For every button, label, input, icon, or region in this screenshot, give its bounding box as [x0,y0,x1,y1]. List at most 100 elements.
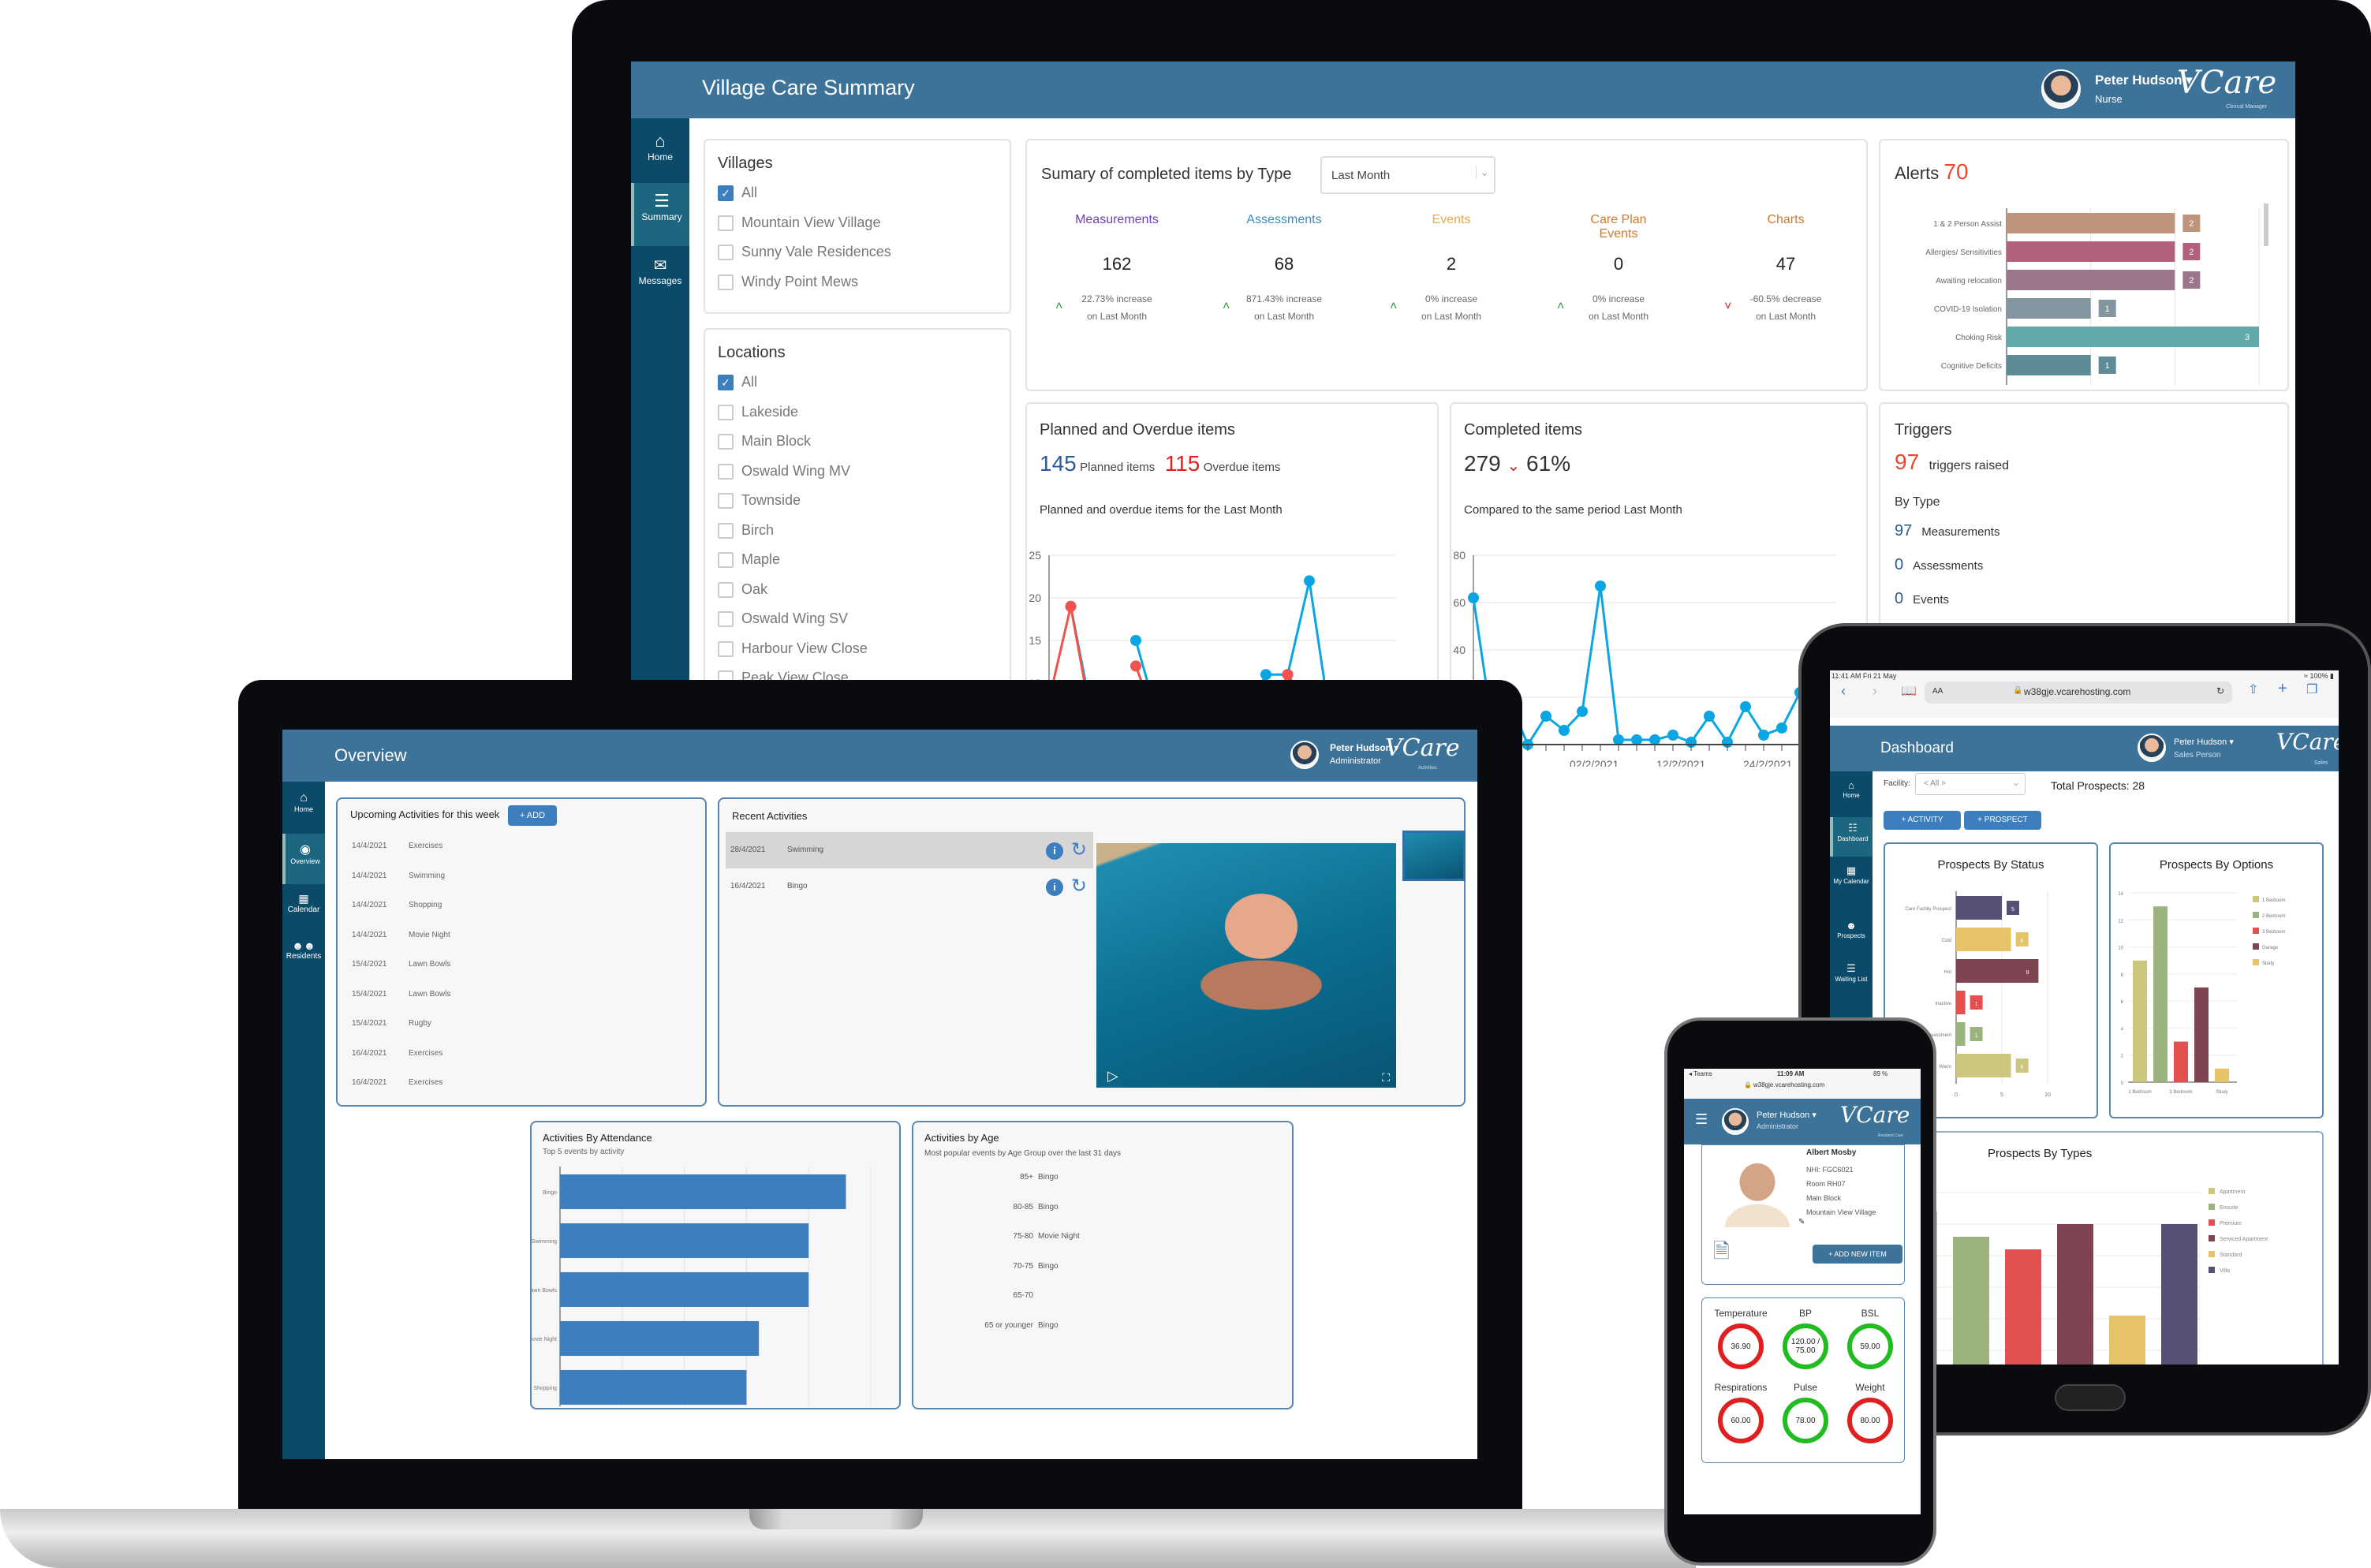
back-icon[interactable]: ‹ [1841,683,1846,700]
vital-respirations[interactable]: Respirations 60.00 [1708,1382,1773,1443]
edit-icon[interactable]: ✎ [1798,1218,1805,1226]
checkbox-row[interactable]: Townside [718,486,868,516]
tabs-icon[interactable]: ❐ [2306,681,2317,697]
forward-icon[interactable]: › [1873,683,1877,700]
photo-thumbnail[interactable] [1402,831,1466,881]
checkbox-checked[interactable]: ✓ [718,375,734,391]
table-row[interactable]: 16/4/2021 Bingo i ↻ [726,868,1093,905]
sidebar-item-overview[interactable]: ◉ Overview [282,834,325,884]
list-icon: ☰ [654,191,670,211]
checkbox-row[interactable]: Birch [718,516,868,546]
checkbox-row[interactable]: Oak [718,575,868,605]
checkbox-row[interactable]: Sunny Vale Residences [718,237,891,267]
checkbox[interactable] [718,581,734,598]
avatar[interactable] [1722,1108,1749,1135]
sidebar-item-calendar[interactable]: ▦ Calendar [282,887,325,931]
reload-icon[interactable]: ↻ [2216,685,2224,696]
vital-bsl[interactable]: BSL 59.00 [1838,1308,1902,1369]
checkbox[interactable] [718,215,734,231]
avatar[interactable] [2041,69,2081,109]
checkbox[interactable] [718,463,734,480]
add-new-item-button[interactable]: + ADD NEW ITEM [1813,1245,1902,1264]
document-icon[interactable]: 🗎 [1713,1237,1730,1271]
url-text[interactable]: w38gje.vcarehosting.com [1753,1081,1824,1088]
refresh-icon[interactable]: ↻ [1071,868,1087,905]
table-row[interactable]: 28/4/2021 Swimming i ↻ [726,832,1093,868]
list-item[interactable]: 15/4/2021 Lawn Bowls [352,990,450,1020]
menu-icon[interactable]: ☰ [1695,1111,1708,1128]
refresh-icon[interactable]: ↻ [1071,832,1087,868]
sidebar-item-messages[interactable]: ✉ Messages [631,249,689,306]
checkbox-row[interactable]: Maple [718,545,868,575]
checkbox[interactable] [718,404,734,420]
text-size-button[interactable]: AA [1932,687,1943,696]
checkbox-row[interactable]: Oswald Wing SV [718,604,868,634]
url-bar[interactable]: AA 🔒 w38gje.vcarehosting.com ↻ [1925,681,2232,704]
checkbox-row[interactable]: Harbour View Close [718,634,868,664]
checkbox-checked[interactable]: ✓ [718,185,734,202]
activity-photo[interactable]: ▷ ⛶ [1096,843,1396,1088]
sidebar-item-my-calendar[interactable]: ▦ My Calendar [1830,860,1873,912]
alerts-value-label: 2 [2189,219,2194,229]
vital-weight[interactable]: Weight 80.00 [1838,1382,1902,1443]
user-name[interactable]: Peter Hudson ▾ [2174,737,2234,747]
vital-bp[interactable]: BP 120.00 / 75.00 [1773,1308,1838,1369]
sidebar-label: Home [647,151,673,162]
activity-name: Swimming [787,846,824,854]
vital-pulse[interactable]: Pulse 78.00 [1773,1382,1838,1443]
status-value-label: 5 [2011,907,2014,913]
activity-date: 15/4/2021 [352,1019,387,1028]
info-icon[interactable]: i [1046,842,1063,860]
list-item[interactable]: 16/4/2021 Exercises [352,1078,450,1108]
share-icon[interactable]: ⇧ [2248,681,2258,697]
status-bar [1956,896,2002,920]
list-item[interactable]: 16/4/2021 Exercises [352,1049,450,1079]
facility-select[interactable]: < All > ⌄ [1915,773,2026,795]
list-item[interactable]: 14/4/2021 Shopping [352,901,450,931]
avatar[interactable] [1290,741,1319,769]
list-item[interactable]: 14/4/2021 Movie Night [352,931,450,961]
checkbox-row[interactable]: ✓ All [718,368,868,398]
tablet-home-button[interactable] [2055,1384,2126,1411]
alerts-scrollbar[interactable] [2264,203,2268,246]
checkbox[interactable] [718,245,734,261]
new-tab-icon[interactable]: + [2278,680,2287,698]
add-activity-button[interactable]: + ACTIVITY [1884,811,1961,830]
fullscreen-icon[interactable]: ⛶ [1382,1071,1390,1085]
checkbox-row[interactable]: Oswald Wing MV [718,457,868,487]
checkbox[interactable] [718,434,734,450]
user-name[interactable]: Peter Hudson ▾ [1757,1110,1817,1120]
checkbox-row[interactable]: Main Block [718,427,868,457]
checkbox[interactable] [718,611,734,628]
checkbox-row[interactable]: ✓ All [718,178,891,208]
y-tick-label: 0 [2121,1081,2124,1086]
list-item[interactable]: 14/4/2021 Exercises [352,842,450,872]
sidebar-item-summary[interactable]: ☰ Summary [631,183,689,246]
checkbox[interactable] [718,493,734,510]
checkbox[interactable] [718,552,734,569]
checkbox-row[interactable]: Windy Point Mews [718,267,891,297]
play-icon[interactable]: ▷ [1107,1068,1118,1085]
checkbox[interactable] [718,522,734,539]
list-item[interactable]: 15/4/2021 Lawn Bowls [352,960,450,990]
add-prospect-button[interactable]: + PROSPECT [1964,811,2041,830]
sidebar-item-home[interactable]: ⌂ Home [1830,775,1873,814]
checkbox[interactable] [718,640,734,657]
sidebar-item-home[interactable]: ⌂ Home [282,786,325,834]
period-select[interactable]: Last Month ⌄ [1320,156,1495,194]
checkbox-row[interactable]: Lakeside [718,398,868,427]
avatar[interactable] [2138,734,2166,762]
sidebar-item-home[interactable]: ⌂ Home [631,125,689,180]
list-item[interactable]: 14/4/2021 Swimming [352,872,450,902]
info-icon[interactable]: i [1046,879,1063,896]
checkbox[interactable] [718,274,734,290]
sidebar-item-prospects[interactable]: ☻ Prospects [1830,915,1873,954]
sidebar-item-waiting-list[interactable]: ☰ Waiting List [1830,958,1873,1010]
vital-temperature[interactable]: Temperature 36.90 [1708,1308,1773,1369]
sidebar-item-dashboard[interactable]: ☷ Dashboard [1830,817,1873,857]
add-activity-button[interactable]: + ADD [508,805,557,826]
checkbox-row[interactable]: Mountain View Village [718,208,891,238]
sidebar-item-residents[interactable]: ☻☻ Residents [282,935,325,979]
list-item[interactable]: 15/4/2021 Rugby [352,1019,450,1049]
bookmarks-icon[interactable]: 📖 [1901,683,1917,699]
